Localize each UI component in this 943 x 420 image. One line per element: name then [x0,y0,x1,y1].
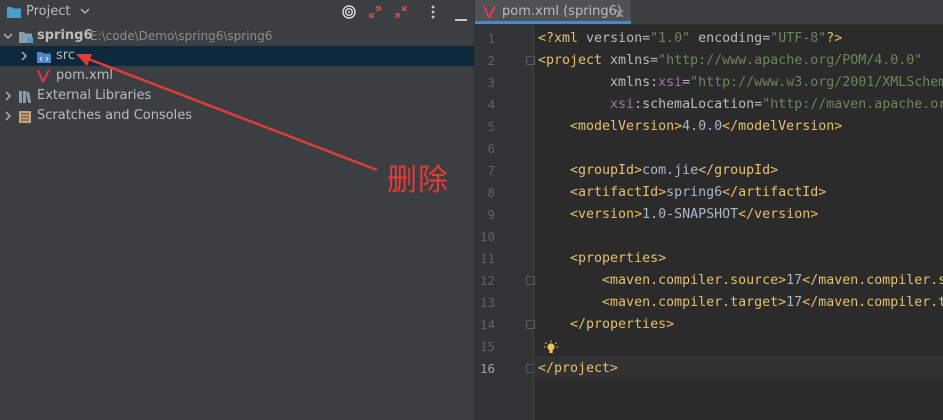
annotation-arrow [76,54,378,172]
annotation-delete-text: 删除 [387,163,449,198]
